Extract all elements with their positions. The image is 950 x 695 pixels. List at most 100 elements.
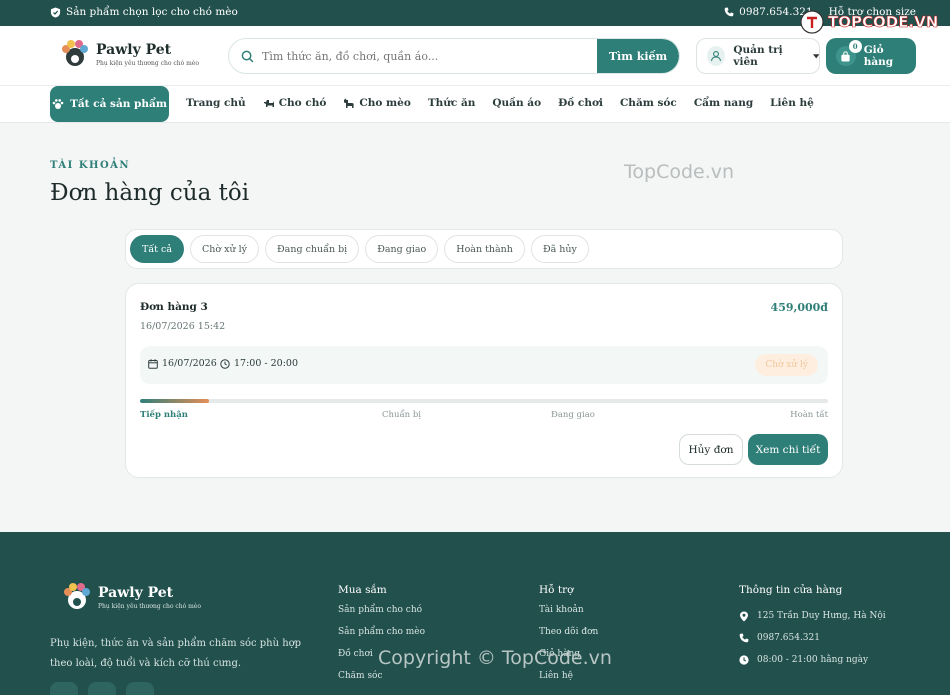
tiktok-icon[interactable] [126,682,154,695]
footer-help-column: Hỗ trợ Tài khoản Theo dõi đơn Giỏ hàng L… [539,584,598,693]
step-completed: Hoàn tất [790,410,828,420]
site-footer: Pawly Pet Phụ kiện yêu thương cho chó mè… [0,532,950,695]
tab-preparing[interactable]: Đang chuẩn bị [265,235,360,263]
footer-address: 125 Trần Duy Hưng, Hà Nội [739,605,886,627]
footer-link-cat-products[interactable]: Sản phẩm cho mèo [338,627,425,649]
cat-icon [344,98,355,108]
footer-brand-name: Pawly Pet [98,584,174,601]
footer-phone[interactable]: 0987.654.321 [739,627,886,649]
cart-count-badge: 0 [848,40,862,53]
footer-info-title: Thông tin cửa hàng [739,584,843,596]
site-header: Pawly Pet Phụ kiện yêu thương cho chó mè… [0,26,950,86]
topcode-watermark-logo: TOPCODE.VN [800,10,939,34]
brand-tagline: Phụ kiện yêu thương cho chó mèo [96,59,199,67]
delivery-time-text: 17:00 - 20:00 [234,358,299,369]
order-title: Đơn hàng 3 [140,301,208,313]
delivery-slot: 16/07/2026 17:00 - 20:00 Chờ xử lý [140,346,828,384]
page-eyebrow: TÀI KHOẢN [50,160,131,171]
tab-pending[interactable]: Chờ xử lý [189,235,260,263]
caret-down-icon [812,53,819,58]
copyright-watermark: Copyright © TopCode.vn [378,647,612,669]
footer-info-column: Thông tin cửa hàng 125 Trần Duy Hưng, Hà… [739,584,886,671]
promo-text: Sản phẩm chọn lọc cho chó mèo [66,6,238,18]
nav-item-dogs[interactable]: Cho chó [263,97,327,109]
nav-item-care[interactable]: Chăm sóc [620,97,677,109]
account-menu[interactable]: Quản trị viên [696,38,820,74]
all-products-button[interactable]: Tất cả sản phẩm [50,86,169,122]
footer-help-title: Hỗ trợ [539,584,574,596]
tab-all[interactable]: Tất cả [130,235,184,263]
order-filter-tabs: Tất cả Chờ xử lý Đang chuẩn bị Đang giao… [125,229,843,269]
account-label: Quản trị viên [733,44,783,68]
footer-link-dog-products[interactable]: Sản phẩm cho chó [338,605,425,627]
nav-item-clothes[interactable]: Quần áo [492,97,541,109]
topcode-watermark-center: TopCode.vn [624,161,735,183]
footer-link-account[interactable]: Tài khoản [539,605,598,627]
view-detail-button[interactable]: Xem chi tiết [748,434,828,465]
paw-logo-icon [64,583,90,609]
footer-link-care[interactable]: Chăm sóc [338,671,425,693]
nav-item-home[interactable]: Trang chủ [186,97,246,109]
footer-address-text: 125 Trần Duy Hưng, Hà Nội [757,611,886,621]
shopping-bag-icon: 0 [836,40,862,66]
step-received: Tiếp nhận [140,410,188,420]
tab-shipping[interactable]: Đang giao [365,235,439,263]
clock-icon [739,655,749,665]
phone-icon [724,7,734,17]
footer-shop-column: Mua sắm Sản phẩm cho chó Sản phẩm cho mè… [338,584,425,693]
footer-brand-tagline: Phụ kiện yêu thương cho chó mèo [98,602,201,610]
brand-name: Pawly Pet [96,41,172,58]
main-nav: Tất cả sản phẩm Trang chủ Cho chó Cho mè… [0,86,950,123]
nav-item-cats[interactable]: Cho mèo [343,97,411,109]
order-progress-bar [140,399,828,403]
step-shipping: Đang giao [551,410,595,420]
status-badge: Chờ xử lý [755,354,818,376]
user-icon [707,46,726,66]
topcode-watermark-brand: TOPCODE.VN [828,13,939,32]
shield-icon [50,6,61,18]
nav-item-dogs-label: Cho chó [278,97,327,109]
search-input[interactable] [254,49,597,63]
footer-hours: 08:00 - 21:00 hằng ngày [739,649,886,671]
footer-shop-title: Mua sắm [338,584,387,596]
footer-hours-text: 08:00 - 21:00 hằng ngày [757,655,869,665]
calendar-icon [148,358,158,369]
cart-button[interactable]: 0 Giỏ hàng [826,38,916,74]
nav-item-guide[interactable]: Cẩm nang [694,97,753,109]
page-title: Đơn hàng của tôi [50,180,250,206]
tab-completed[interactable]: Hoàn thành [444,235,525,263]
brand-logo[interactable]: Pawly Pet Phụ kiện yêu thương cho chó mè… [60,39,199,69]
footer-description: Phụ kiện, thức ăn và sản phẩm chăm sóc p… [50,638,302,669]
cart-label: Giỏ hàng [863,44,894,68]
footer-phone-text: 0987.654.321 [757,633,820,643]
footer-link-contact[interactable]: Liên hệ [539,671,598,693]
clock-icon [220,358,230,369]
promo-notice: Sản phẩm chọn lọc cho chó mèo [50,6,238,18]
dog-icon [263,99,274,107]
paw-logo-icon [62,40,88,66]
search-button[interactable]: Tìm kiếm [597,39,679,73]
order-card: Đơn hàng 3 16/07/2026 15:42 459,000đ 16/… [125,283,843,478]
order-total: 459,000đ [770,301,828,314]
all-products-label: Tất cả sản phẩm [70,98,167,110]
step-preparing: Chuẩn bị [382,410,421,420]
nav-item-food[interactable]: Thức ăn [428,97,476,109]
topcode-logo-icon [800,10,824,34]
tab-cancelled[interactable]: Đã hủy [530,235,589,263]
nav-item-toys[interactable]: Đồ chơi [558,97,603,109]
footer-brand-logo[interactable]: Pawly Pet Phụ kiện yêu thương cho chó mè… [62,582,201,612]
footer-link-track-order[interactable]: Theo dõi đơn [539,627,598,649]
phone-icon [739,633,749,643]
delivery-date-text: 16/07/2026 [162,358,217,369]
facebook-icon[interactable] [50,682,78,695]
order-progress-fill [140,399,209,403]
search-bar: Tìm kiếm [228,38,680,74]
nav-item-contact[interactable]: Liên hệ [770,97,814,109]
order-created-time: 16/07/2026 15:42 [140,321,226,332]
cancel-order-button[interactable]: Hủy đơn [679,434,743,465]
paw-icon [52,99,64,109]
location-pin-icon [740,611,748,621]
delivery-date: 16/07/2026 [148,358,217,369]
instagram-icon[interactable] [88,682,116,695]
delivery-time: 17:00 - 20:00 [220,358,298,369]
